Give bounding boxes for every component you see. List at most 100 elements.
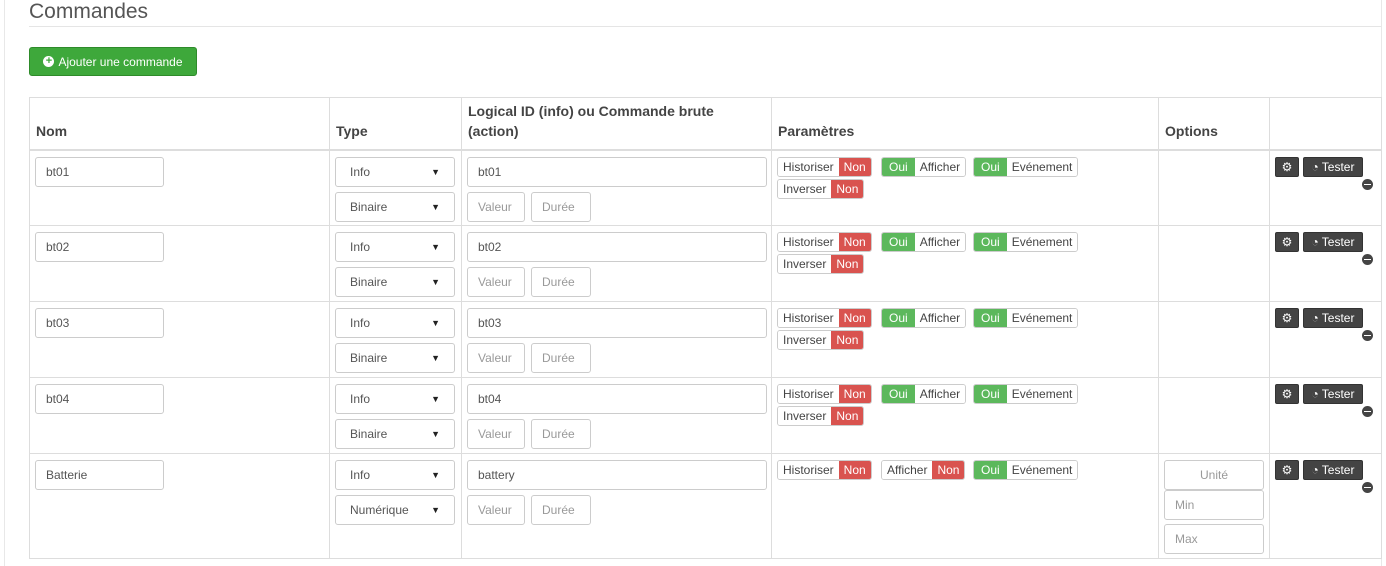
evenement-toggle[interactable]: Oui Evénement xyxy=(973,384,1079,404)
historiser-toggle[interactable]: Historiser Non xyxy=(777,232,872,252)
minus-circle-icon[interactable] xyxy=(1362,178,1373,190)
subtype-select-value: Binaire xyxy=(350,427,388,441)
type-select-value: Info xyxy=(350,240,371,254)
afficher-toggle[interactable]: Afficher Non xyxy=(881,460,966,480)
subtype-select[interactable]: Numérique ▼ xyxy=(335,495,455,525)
cogs-icon: ⚙ xyxy=(1281,235,1293,249)
table-row: Batterie Info ▼ Numérique ▼ battery Valeur… xyxy=(29,453,1382,559)
header-actions xyxy=(1269,97,1382,151)
logical-id-input[interactable]: bt04 xyxy=(467,384,767,414)
tester-button[interactable]: ◔ Tester xyxy=(1303,460,1363,480)
evenement-label: Evénement xyxy=(1006,157,1078,176)
cell-actions: ⚙ ◔ Tester xyxy=(1269,149,1382,226)
valeur-input[interactable]: Valeur xyxy=(467,191,525,222)
subtype-select[interactable]: Binaire ▼ xyxy=(335,419,455,449)
duree-input[interactable]: Durée xyxy=(531,343,591,373)
evenement-label: Evénement xyxy=(1006,385,1078,403)
config-button[interactable]: ⚙ xyxy=(1275,156,1299,177)
inverser-label: Inverser xyxy=(778,407,832,425)
tester-button[interactable]: ◔ Tester xyxy=(1303,156,1363,177)
config-button[interactable]: ⚙ xyxy=(1275,384,1299,404)
cogs-icon: ⚙ xyxy=(1281,463,1293,477)
tester-button[interactable]: ◔ Tester xyxy=(1303,308,1363,328)
valeur-input[interactable]: Valeur xyxy=(467,495,525,525)
evenement-toggle[interactable]: Oui Evénement xyxy=(973,232,1079,252)
afficher-toggle[interactable]: Oui Afficher xyxy=(881,156,967,177)
rss-icon: ◔ xyxy=(1311,387,1319,401)
historiser-toggle[interactable]: Historiser Non xyxy=(777,460,872,480)
min-input[interactable]: Min xyxy=(1164,490,1264,520)
historiser-toggle[interactable]: Historiser Non xyxy=(777,384,872,404)
minus-circle-icon[interactable] xyxy=(1362,254,1373,265)
config-button[interactable]: ⚙ xyxy=(1275,232,1299,252)
logical-id-input[interactable]: bt01 xyxy=(467,156,767,187)
duree-input[interactable]: Durée xyxy=(531,267,591,297)
name-input[interactable]: bt03 xyxy=(35,308,164,338)
inverser-state: Non xyxy=(831,179,864,198)
afficher-state: Oui xyxy=(882,157,915,176)
evenement-toggle[interactable]: Oui Evénement xyxy=(973,308,1079,328)
cogs-icon: ⚙ xyxy=(1281,311,1293,325)
logical-id-input[interactable]: battery xyxy=(467,460,767,490)
minus-circle-icon[interactable] xyxy=(1362,406,1373,417)
config-button[interactable]: ⚙ xyxy=(1275,460,1299,480)
type-select[interactable]: Info ▼ xyxy=(335,308,455,338)
cell-options xyxy=(1158,377,1270,454)
type-select[interactable]: Info ▼ xyxy=(335,460,455,490)
afficher-toggle[interactable]: Oui Afficher xyxy=(881,384,967,404)
duree-input[interactable]: Durée xyxy=(531,191,591,222)
subtype-select[interactable]: Binaire ▼ xyxy=(335,267,455,297)
evenement-toggle[interactable]: Oui Evénement xyxy=(973,156,1079,177)
afficher-toggle[interactable]: Oui Afficher xyxy=(881,232,967,252)
add-command-button[interactable]: + Ajouter une commande xyxy=(29,47,197,76)
duree-input[interactable]: Durée xyxy=(531,419,591,449)
historiser-toggle[interactable]: Historiser Non xyxy=(777,156,872,177)
name-input[interactable]: bt04 xyxy=(35,384,164,414)
cell-nom: Batterie xyxy=(29,453,330,559)
name-input[interactable]: bt02 xyxy=(35,232,164,262)
inverser-toggle[interactable]: Inverser Non xyxy=(777,406,865,426)
type-select[interactable]: Info ▼ xyxy=(335,384,455,414)
type-select-value: Info xyxy=(350,316,371,330)
max-input[interactable]: Max xyxy=(1164,524,1264,554)
header-logical-id: Logical ID (info) ou Commande brute (act… xyxy=(461,97,772,151)
cell-actions: ⚙ ◔ Tester xyxy=(1269,453,1382,559)
inverser-label: Inverser xyxy=(778,179,832,198)
afficher-toggle[interactable]: Oui Afficher xyxy=(881,308,967,328)
config-button[interactable]: ⚙ xyxy=(1275,308,1299,328)
minus-circle-icon[interactable] xyxy=(1362,330,1373,341)
logical-id-input[interactable]: bt03 xyxy=(467,308,767,338)
logical-id-input[interactable]: bt02 xyxy=(467,232,767,262)
type-select[interactable]: Info ▼ xyxy=(335,156,455,187)
evenement-label: Evénement xyxy=(1006,309,1078,327)
duree-input[interactable]: Durée xyxy=(531,495,591,525)
valeur-input[interactable]: Valeur xyxy=(467,419,525,449)
historiser-state: Non xyxy=(838,157,871,176)
type-select[interactable]: Info ▼ xyxy=(335,232,455,262)
evenement-toggle[interactable]: Oui Evénement xyxy=(973,460,1079,480)
cell-parametres: Historiser Non Oui Afficher Oui Evénement I… xyxy=(771,377,1159,454)
historiser-toggle[interactable]: Historiser Non xyxy=(777,308,872,328)
tester-button[interactable]: ◔ Tester xyxy=(1303,232,1363,252)
inverser-label: Inverser xyxy=(778,331,832,349)
rss-icon: ◔ xyxy=(1311,159,1319,174)
subtype-select[interactable]: Binaire ▼ xyxy=(335,343,455,373)
inverser-toggle[interactable]: Inverser Non xyxy=(777,330,865,350)
valeur-input[interactable]: Valeur xyxy=(467,267,525,297)
subtype-select[interactable]: Binaire ▼ xyxy=(335,191,455,222)
inverser-toggle[interactable]: Inverser Non xyxy=(777,254,865,274)
minus-circle-icon[interactable] xyxy=(1362,482,1373,493)
evenement-label: Evénement xyxy=(1006,461,1078,479)
unite-input[interactable]: Unité xyxy=(1164,460,1264,490)
page-left-border xyxy=(4,0,5,566)
name-input[interactable]: Batterie xyxy=(35,460,164,490)
rss-icon: ◔ xyxy=(1311,311,1319,325)
tester-button[interactable]: ◔ Tester xyxy=(1303,384,1363,404)
inverser-toggle[interactable]: Inverser Non xyxy=(777,178,865,199)
name-input[interactable]: bt01 xyxy=(35,156,164,187)
valeur-input[interactable]: Valeur xyxy=(467,343,525,373)
cell-nom: bt03 xyxy=(29,301,330,378)
cogs-icon: ⚙ xyxy=(1281,387,1293,401)
cell-type: Info ▼ Numérique ▼ xyxy=(329,453,462,559)
header-type: Type xyxy=(329,97,462,151)
